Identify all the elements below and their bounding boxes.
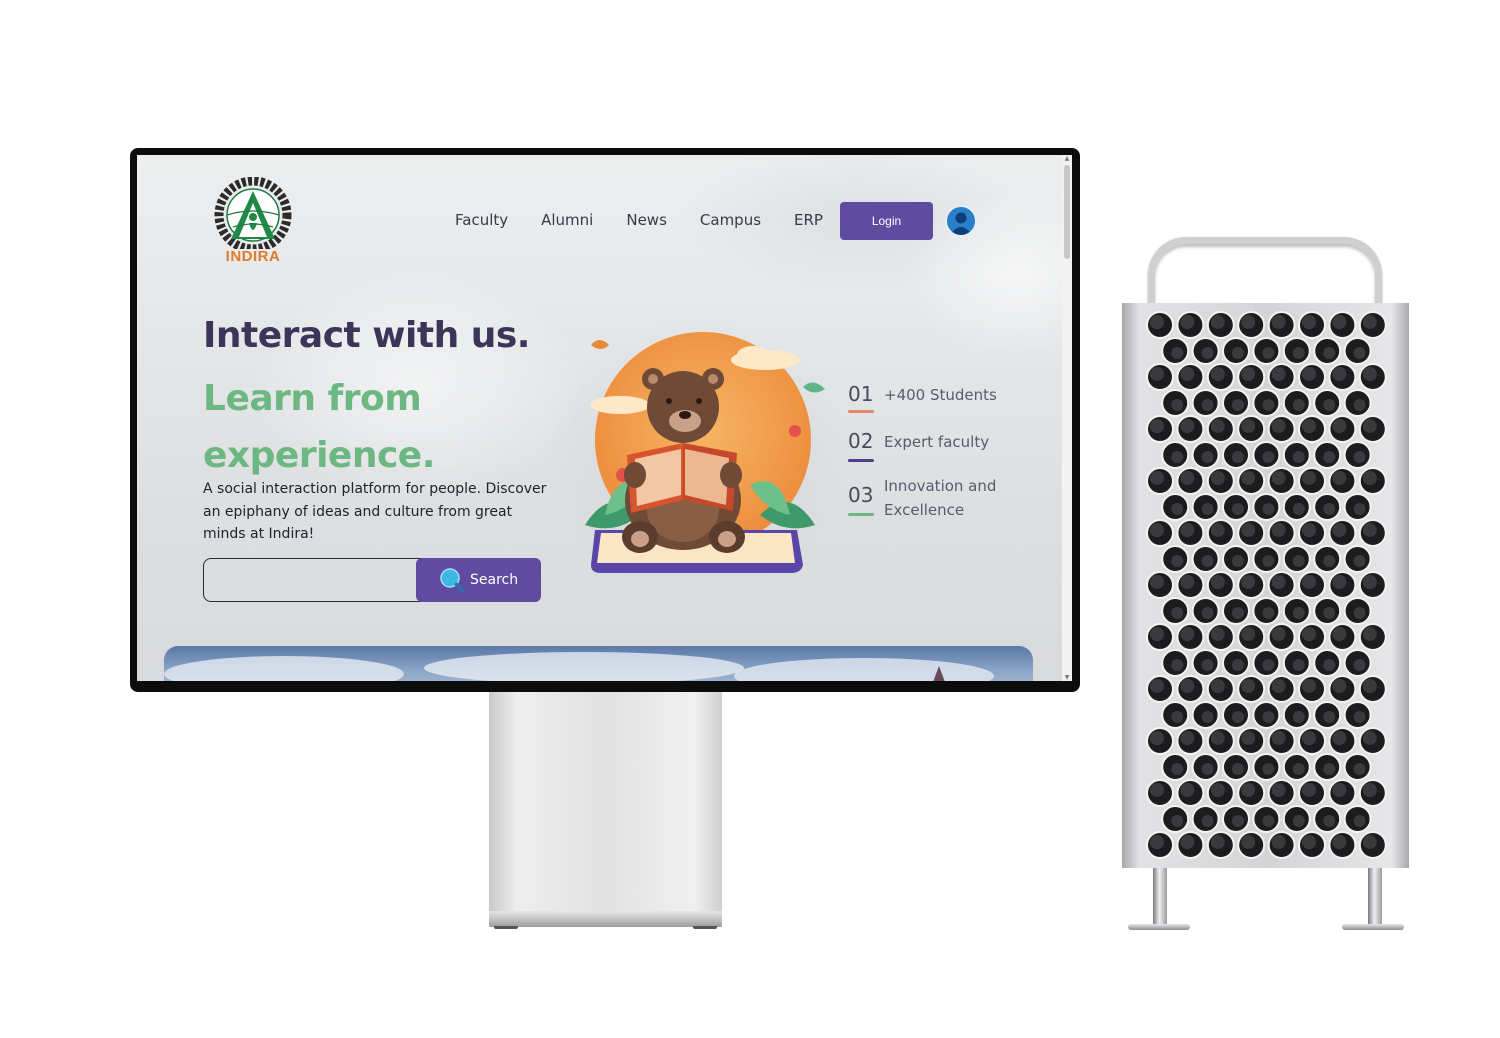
page-scrollbar[interactable]: ▲ ▼ [1062,155,1072,681]
logo-emblem-icon [214,176,292,254]
search-bar: Search [203,558,541,603]
stat-label: Expert faculty [884,433,990,451]
tower-foot [1342,924,1404,930]
stat-label: Innovation and Excellence [884,477,997,519]
stat-faculty: 02 Expert faculty [848,429,990,462]
search-icon [440,568,465,593]
monitor-stand [489,692,722,912]
tower-leg [1368,868,1382,926]
search-button-label: Search [470,572,519,588]
scroll-up-icon[interactable]: ▲ [1063,155,1071,162]
user-avatar-icon[interactable] [945,205,977,237]
hero-description: A social interaction platform for people… [203,481,547,542]
stat-underline [848,410,874,413]
nav-campus[interactable]: Campus [700,211,761,229]
stat-number: 02 [848,429,874,453]
stat-underline [848,459,874,462]
stat-label: +400 Students [884,386,997,404]
reading-bear-illustration [585,332,825,573]
hero-subtitle: Learn from experience. [203,378,435,476]
stat-number: 01 [848,382,874,406]
site-logo[interactable]: INDIRA [203,176,303,273]
tower-grille-icon [1146,311,1387,859]
tower-foot [1128,924,1190,930]
nav-news[interactable]: News [626,211,667,229]
display-monitor: INDIRA Faculty Alumni News Campus ERP Lo… [130,148,1080,692]
login-button[interactable]: Login [840,202,933,240]
scroll-down-icon[interactable]: ▼ [1063,674,1071,681]
browser-viewport: INDIRA Faculty Alumni News Campus ERP Lo… [137,155,1062,681]
stat-students: 01 +400 Students [848,382,997,413]
main-nav: Faculty Alumni News Campus ERP [455,211,856,229]
stand-foot [693,926,717,929]
computer-tower [1122,303,1409,868]
search-button[interactable]: Search [416,558,541,602]
nav-faculty[interactable]: Faculty [455,211,508,229]
nav-alumni[interactable]: Alumni [541,211,593,229]
logo-text: INDIRA [225,248,281,265]
tower-handle [1148,237,1382,307]
campus-banner-image [164,646,1033,681]
tower-leg [1153,868,1167,926]
stand-foot [494,926,518,929]
search-input[interactable] [203,558,427,602]
hero-title: Interact with us. [203,315,530,356]
stat-underline [848,513,874,516]
scrollbar-thumb[interactable] [1064,165,1070,259]
monitor-stand-base [489,911,722,927]
stat-number: 03 [848,483,874,507]
nav-erp[interactable]: ERP [794,211,823,229]
stat-innovation: 03 Innovation and Excellence [848,473,1014,522]
